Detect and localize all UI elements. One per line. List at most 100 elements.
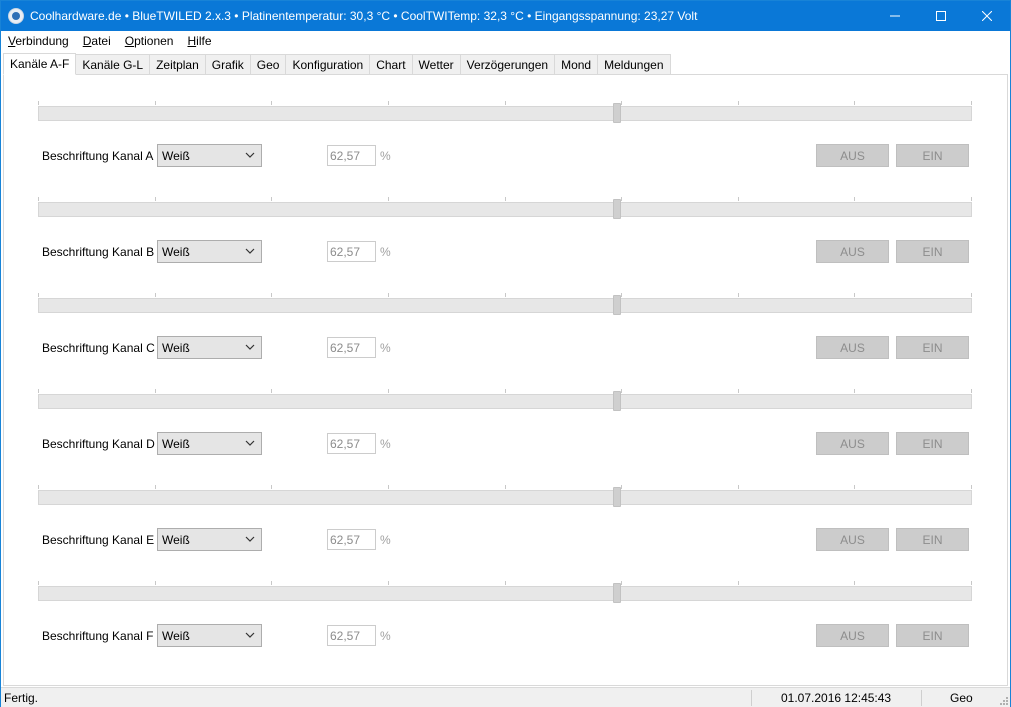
slider-tick xyxy=(505,389,506,393)
slider-tick xyxy=(971,485,972,489)
slider-tick xyxy=(388,101,389,105)
color-select-value: Weiß xyxy=(162,532,190,547)
slider-thumb[interactable] xyxy=(613,391,621,411)
slider-thumb[interactable] xyxy=(613,199,621,219)
title-bar[interactable]: Coolhardware.de • BlueTWILED 2.x.3 • Pla… xyxy=(1,1,1010,31)
color-select[interactable]: Weiß xyxy=(157,240,262,263)
percent-unit: % xyxy=(380,629,391,643)
brightness-slider[interactable] xyxy=(38,490,972,505)
slider-tick xyxy=(621,293,622,297)
tab[interactable]: Wetter xyxy=(412,54,461,75)
brightness-slider[interactable] xyxy=(38,106,972,121)
app-globe-icon[interactable] xyxy=(8,8,24,24)
menu-item-label: erbindung xyxy=(15,34,69,48)
slider-tick xyxy=(971,581,972,585)
menu-mnemonic: O xyxy=(124,34,135,48)
channel-row: Beschriftung Kanal D Weiß 62,57% AUS EIN xyxy=(4,363,1007,459)
slider-tick xyxy=(854,581,855,585)
slider-tick xyxy=(854,197,855,201)
brightness-value-field[interactable]: 62,57 xyxy=(327,433,376,454)
brightness-slider[interactable] xyxy=(38,394,972,409)
brightness-slider[interactable] xyxy=(38,298,972,313)
percent-unit: % xyxy=(380,245,391,259)
brightness-value-field[interactable]: 62,57 xyxy=(327,241,376,262)
tab[interactable]: Zeitplan xyxy=(150,54,206,75)
slider-tick xyxy=(38,293,39,297)
off-button[interactable]: AUS xyxy=(816,432,889,455)
status-text: Fertig. xyxy=(4,691,39,705)
slider-thumb[interactable] xyxy=(613,295,621,315)
menu-item[interactable]: Verbindung xyxy=(1,34,76,48)
chevron-down-icon xyxy=(245,632,255,638)
brightness-value-field[interactable]: 62,57 xyxy=(327,625,376,646)
minimize-button[interactable] xyxy=(872,1,918,31)
tab[interactable]: Kanäle G-L xyxy=(76,54,151,75)
off-button[interactable]: AUS xyxy=(816,144,889,167)
off-button[interactable]: AUS xyxy=(816,624,889,647)
maximize-button[interactable] xyxy=(918,1,964,31)
slider-tick xyxy=(38,101,39,105)
chevron-down-icon xyxy=(245,440,255,446)
slider-tick xyxy=(854,485,855,489)
color-select[interactable]: Weiß xyxy=(157,624,262,647)
slider-ticks xyxy=(38,197,972,201)
on-button[interactable]: EIN xyxy=(896,144,969,167)
brightness-slider[interactable] xyxy=(38,202,972,217)
slider-thumb[interactable] xyxy=(613,487,621,507)
color-select[interactable]: Weiß xyxy=(157,528,262,551)
tab[interactable]: Meldungen xyxy=(598,54,671,75)
slider-tick xyxy=(38,581,39,585)
color-select[interactable]: Weiß xyxy=(157,432,262,455)
slider-tick xyxy=(38,485,39,489)
slider-tick xyxy=(388,581,389,585)
brightness-slider[interactable] xyxy=(38,586,972,601)
color-select-value: Weiß xyxy=(162,628,190,643)
slider-tick xyxy=(621,485,622,489)
slider-tick xyxy=(38,389,39,393)
tab[interactable]: Chart xyxy=(370,54,413,75)
tab[interactable]: Verzögerungen xyxy=(460,54,556,75)
menu-item-label: ilfe xyxy=(196,34,212,48)
menu-item[interactable]: Hilfe xyxy=(180,34,218,48)
tab[interactable]: Konfiguration xyxy=(286,54,371,75)
resize-grip-icon[interactable] xyxy=(998,695,1008,705)
off-button[interactable]: AUS xyxy=(816,528,889,551)
tab[interactable]: Grafik xyxy=(205,54,251,75)
slider-tick xyxy=(38,197,39,201)
color-select[interactable]: Weiß xyxy=(157,336,262,359)
tab[interactable]: Kanäle A-F xyxy=(3,53,77,75)
tab[interactable]: Geo xyxy=(250,54,287,75)
slider-tick xyxy=(388,485,389,489)
close-button[interactable] xyxy=(964,1,1010,31)
brightness-value-field[interactable]: 62,57 xyxy=(327,337,376,358)
percent-unit: % xyxy=(380,533,391,547)
slider-tick xyxy=(271,389,272,393)
on-button[interactable]: EIN xyxy=(896,240,969,263)
slider-tick xyxy=(271,293,272,297)
on-button[interactable]: EIN xyxy=(896,336,969,359)
channel-row: Beschriftung Kanal F Weiß 62,57% AUS EIN xyxy=(4,555,1007,651)
brightness-value-field[interactable]: 62,57 xyxy=(327,529,376,550)
brightness-value-field[interactable]: 62,57 xyxy=(327,145,376,166)
slider-tick xyxy=(738,197,739,201)
on-button[interactable]: EIN xyxy=(896,624,969,647)
status-bar: Fertig. 01.07.2016 12:45:43 Geo xyxy=(1,687,1010,707)
channel-label: Beschriftung Kanal F xyxy=(42,629,154,643)
color-select[interactable]: Weiß xyxy=(157,144,262,167)
off-button[interactable]: AUS xyxy=(816,336,889,359)
slider-tick xyxy=(388,197,389,201)
menu-item[interactable]: Datei xyxy=(76,34,118,48)
menu-item[interactable]: Optionen xyxy=(118,34,181,48)
slider-thumb[interactable] xyxy=(613,103,621,123)
tab[interactable]: Mond xyxy=(555,54,599,75)
on-button[interactable]: EIN xyxy=(896,432,969,455)
slider-thumb[interactable] xyxy=(613,583,621,603)
on-button[interactable]: EIN xyxy=(896,528,969,551)
slider-tick xyxy=(738,389,739,393)
off-button[interactable]: AUS xyxy=(816,240,889,263)
slider-tick xyxy=(971,389,972,393)
slider-tick xyxy=(854,389,855,393)
slider-tick xyxy=(505,581,506,585)
menu-mnemonic: H xyxy=(187,34,197,48)
color-select-value: Weiß xyxy=(162,244,190,259)
